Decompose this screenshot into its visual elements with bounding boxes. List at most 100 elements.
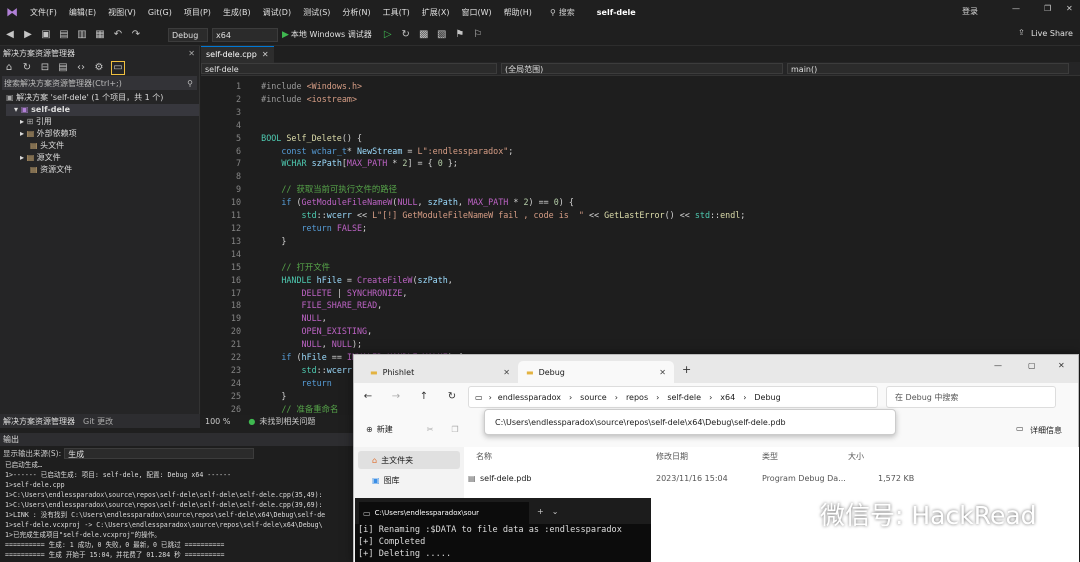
nav-scope-select[interactable]: (全局范围): [501, 63, 783, 74]
nav-home[interactable]: ⌂ 主文件夹: [358, 451, 460, 469]
open-icon[interactable]: ▤: [58, 29, 70, 41]
output-log[interactable]: 已启动生成… 1>------ 已启动生成: 项目: self-dele, 配置…: [0, 460, 360, 560]
menu-analyze[interactable]: 分析(N): [342, 7, 370, 18]
menu-extensions[interactable]: 扩展(X): [422, 7, 450, 18]
maximize-button[interactable]: ▢: [1028, 361, 1036, 370]
config-select[interactable]: Debug: [168, 27, 208, 42]
platform-select[interactable]: x64: [212, 27, 278, 42]
new-icon[interactable]: ⊕: [366, 425, 373, 434]
dropdown-icon[interactable]: ⌄: [552, 507, 559, 516]
menu-window[interactable]: 窗口(W): [462, 7, 492, 18]
back-icon[interactable]: ←: [362, 391, 374, 403]
tree-node-references[interactable]: ▸ ⊞ 引用: [6, 116, 199, 128]
login-button[interactable]: 登录: [962, 6, 978, 17]
nav-gallery[interactable]: ▣ 图库: [358, 471, 460, 489]
tab-git-changes[interactable]: Git 更改: [83, 416, 113, 427]
close-button[interactable]: ✕: [1066, 4, 1073, 13]
cut-icon[interactable]: ✂: [427, 425, 434, 434]
menu-test[interactable]: 测试(S): [303, 7, 330, 18]
run-button[interactable]: 本地 Windows 调试器: [291, 29, 372, 40]
undo-icon[interactable]: ↶: [112, 29, 124, 41]
minimize-button[interactable]: —: [994, 361, 1002, 370]
new-item-icon[interactable]: ▣: [40, 29, 52, 41]
close-tab-icon[interactable]: ✕: [503, 368, 510, 377]
forward-icon[interactable]: ▶: [22, 29, 34, 41]
project-node[interactable]: ▾ ▣ self-dele: [6, 104, 199, 116]
tree-node-sources[interactable]: ▸ ▤ 源文件: [6, 152, 199, 164]
menu-view[interactable]: 视图(V): [108, 7, 136, 18]
terminal-output[interactable]: [i] Renaming :$DATA to file data as :end…: [355, 524, 651, 560]
bookmark-next-icon[interactable]: ⚐: [472, 29, 484, 41]
menu-build[interactable]: 生成(B): [223, 7, 251, 18]
code-view-icon[interactable]: ‹›: [75, 62, 87, 74]
bookmark-icon[interactable]: ⚑: [454, 29, 466, 41]
menu-debug[interactable]: 调试(D): [263, 7, 291, 18]
breadcrumb-item[interactable]: endlessparadox: [498, 393, 561, 402]
column-name[interactable]: 名称: [476, 451, 492, 462]
menu-edit[interactable]: 编辑(E): [69, 7, 96, 18]
menu-help[interactable]: 帮助(H): [504, 7, 532, 18]
tree-node-headers[interactable]: ▤ 头文件: [6, 140, 199, 152]
up-icon[interactable]: ↑: [418, 391, 430, 403]
live-share-icon[interactable]: ⇪: [1018, 28, 1025, 37]
details-icon[interactable]: ▭: [1016, 424, 1024, 433]
copy-icon[interactable]: ❐: [451, 425, 458, 434]
search-icon[interactable]: ⚲: [550, 8, 556, 17]
save-all-icon[interactable]: ▦: [94, 29, 106, 41]
terminal-tab[interactable]: ▭ C:\Users\endlessparadox\sour: [359, 502, 529, 524]
column-date[interactable]: 修改日期: [656, 451, 688, 462]
output-source-select[interactable]: 生成: [64, 447, 255, 459]
redo-icon[interactable]: ↷: [130, 29, 142, 41]
close-button[interactable]: ✕: [1058, 361, 1065, 370]
menu-project[interactable]: 项目(P): [184, 7, 211, 18]
toolbar-misc-icon[interactable]: ▩: [418, 29, 430, 41]
menu-tools[interactable]: 工具(T): [383, 7, 410, 18]
tab-debug[interactable]: ▬ Debug ✕: [518, 361, 674, 383]
minimize-button[interactable]: —: [1012, 4, 1020, 13]
column-size[interactable]: 大小: [848, 451, 864, 462]
sync-icon[interactable]: ↻: [21, 62, 33, 74]
solution-node[interactable]: ▣ 解决方案 'self-dele' (1 个项目，共 1 个): [6, 92, 199, 104]
pin-icon[interactable]: ✕: [188, 49, 195, 58]
collapse-icon[interactable]: ⊟: [39, 62, 51, 74]
preview-icon[interactable]: ▭: [111, 61, 125, 75]
solution-search-field[interactable]: 搜索解决方案资源管理器(Ctrl+;) ⚲: [2, 76, 197, 90]
path-popup[interactable]: C:\Users\endlessparadox\source\repos\sel…: [484, 409, 896, 435]
details-button[interactable]: 详细信息: [1030, 425, 1062, 436]
breadcrumb-item[interactable]: repos: [626, 393, 648, 402]
breadcrumb-item[interactable]: x64: [720, 393, 735, 402]
tree-node-external-deps[interactable]: ▸ ▤ 外部依赖项: [6, 128, 199, 140]
home-icon[interactable]: ⌂: [3, 62, 15, 74]
menu-git[interactable]: Git(G): [148, 8, 172, 17]
properties-icon[interactable]: ⚙: [93, 62, 105, 74]
address-bar[interactable]: ▭ › endlessparadox › source › repos › self-…: [468, 386, 878, 408]
breadcrumb-item[interactable]: source: [580, 393, 607, 402]
zoom-level[interactable]: 100 %: [205, 417, 230, 426]
nav-project-select[interactable]: self-dele: [201, 63, 497, 74]
save-icon[interactable]: ▥: [76, 29, 88, 41]
new-button[interactable]: 新建: [377, 424, 393, 435]
run-icon[interactable]: ▶: [282, 30, 289, 40]
refresh-icon[interactable]: ↻: [446, 391, 458, 403]
close-tab-icon[interactable]: ✕: [659, 368, 666, 377]
breadcrumb-item[interactable]: Debug: [754, 393, 780, 402]
new-tab-icon[interactable]: +: [537, 507, 544, 516]
close-tab-icon[interactable]: ✕: [262, 50, 269, 59]
search-box[interactable]: 搜索: [559, 7, 575, 18]
maximize-button[interactable]: ❐: [1044, 4, 1051, 13]
tab-solution-explorer[interactable]: 解决方案资源管理器: [3, 416, 75, 427]
run-without-debug-icon[interactable]: ▷: [382, 29, 394, 41]
live-share-button[interactable]: Live Share: [1031, 29, 1073, 38]
hot-reload-icon[interactable]: ↻: [400, 29, 412, 41]
back-icon[interactable]: ◀: [4, 29, 16, 41]
forward-icon[interactable]: →: [390, 391, 402, 403]
breadcrumb-item[interactable]: self-dele: [667, 393, 701, 402]
column-type[interactable]: 类型: [762, 451, 778, 462]
show-all-icon[interactable]: ▤: [57, 62, 69, 74]
new-tab-icon[interactable]: +: [682, 363, 691, 376]
explorer-search-input[interactable]: 在 Debug 中搜索: [886, 386, 1056, 408]
file-row[interactable]: ▤ self-dele.pdb 2023/11/16 15:04 Program…: [464, 469, 1079, 487]
toolbar-tools-icon[interactable]: ▧: [436, 29, 448, 41]
tab-self-dele-cpp[interactable]: self-dele.cpp ✕: [201, 45, 274, 63]
tab-phishlet[interactable]: ▬ Phishlet ✕: [362, 361, 518, 383]
